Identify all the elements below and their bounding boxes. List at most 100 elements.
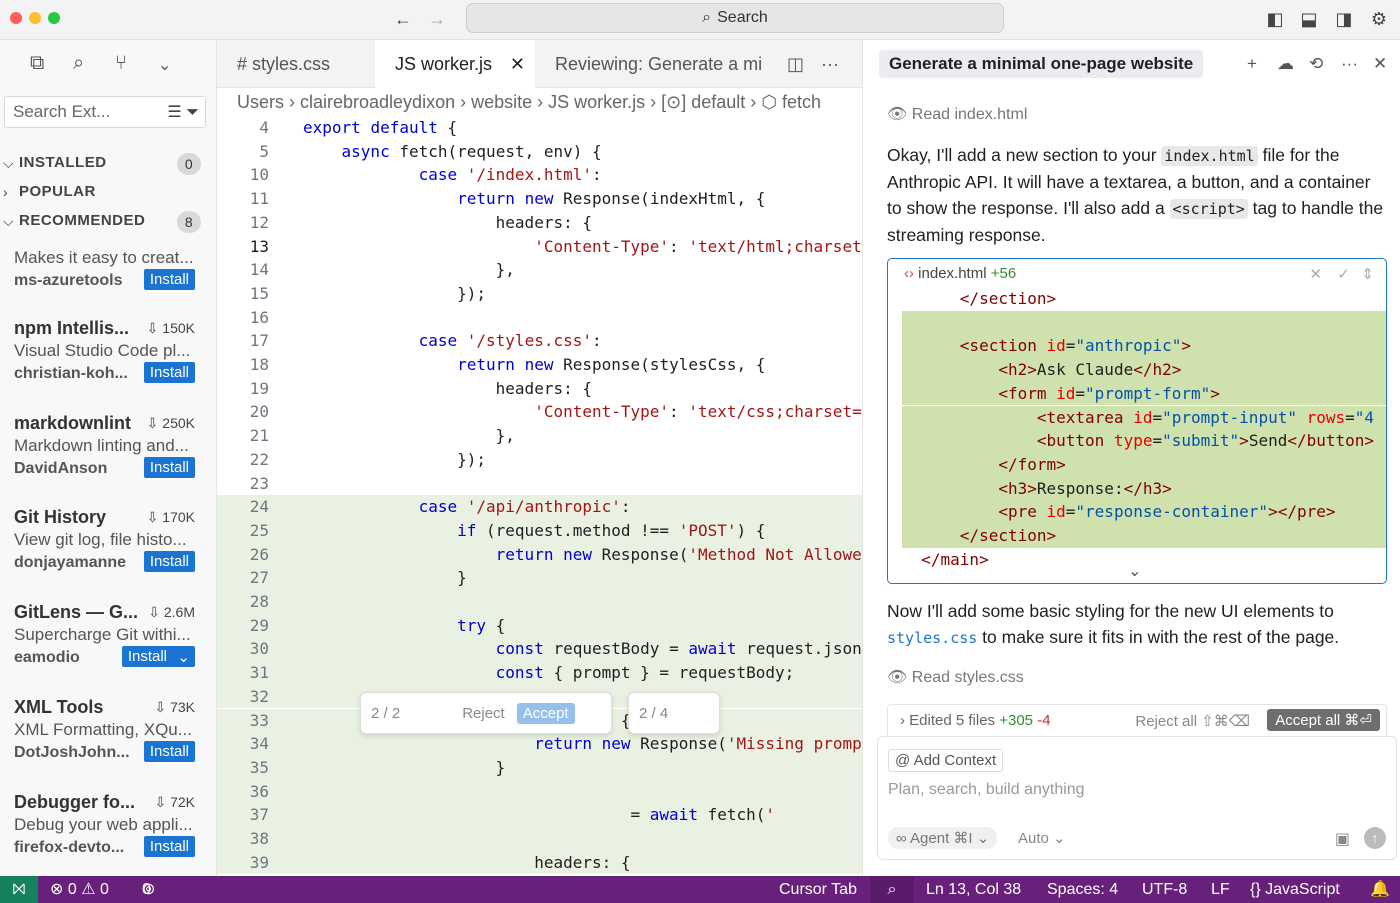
code-line[interactable]: 34 return new Response('Missing prompt [217, 732, 862, 756]
forward-arrow-icon[interactable]: → [426, 8, 448, 30]
notifications-bell-icon[interactable]: 🔔 [1370, 876, 1390, 903]
code-line[interactable]: 15 }); [217, 282, 862, 306]
code-line[interactable]: 12 headers: { [217, 211, 862, 235]
code-line[interactable]: 14 }, [217, 258, 862, 282]
add-context-button[interactable]: @ Add Context [888, 749, 1004, 772]
code-line[interactable]: 30 const requestBody = await request.jso… [217, 637, 862, 662]
settings-gear-icon[interactable]: ⚙ [1368, 8, 1390, 30]
back-arrow-icon[interactable]: ← [392, 8, 414, 30]
close-icon[interactable]: ✕ [1373, 54, 1387, 74]
chevron-down-icon[interactable]: ⌄ [158, 55, 171, 75]
diff-navigation[interactable]: 2 / 2 [371, 705, 400, 722]
code-line[interactable]: 35 } [217, 755, 862, 780]
code-line[interactable]: 36 [217, 779, 862, 804]
reject-button[interactable]: Reject [462, 705, 505, 722]
code-line[interactable]: 13 'Content-Type': 'text/html;charset= [217, 235, 862, 259]
toggle-secondary-sidebar-icon[interactable]: ◨ [1333, 8, 1355, 30]
check-icon[interactable]: ✓ [1337, 265, 1350, 283]
chat-title[interactable]: Generate a minimal one-page website [879, 50, 1204, 78]
agent-mode-selector[interactable]: ∞ Agent ⌘I ⌄ [888, 827, 998, 849]
install-button[interactable]: Install [143, 741, 195, 762]
install-button[interactable]: Install [143, 269, 195, 290]
close-window-button[interactable] [10, 12, 22, 24]
send-icon[interactable]: ↑ [1364, 827, 1386, 849]
accept-button[interactable]: Accept [516, 702, 575, 724]
extension-item[interactable]: XML Tools ⇩ 73K XML Formatting, XQu... D… [14, 697, 209, 762]
extension-item[interactable]: Debugger fo... ⇩ 72K Debug your web appl… [14, 792, 209, 857]
tab-worker-js[interactable]: JS worker.js ✕ [375, 40, 535, 88]
code-line[interactable]: 27 } [217, 566, 862, 590]
code-line[interactable]: 23 [217, 472, 862, 496]
code-line[interactable]: 26 return new Response('Method Not Allow… [217, 542, 862, 567]
install-button[interactable]: Install [143, 457, 195, 478]
code-line[interactable]: 16 [217, 306, 862, 330]
eol-status[interactable]: LF [1211, 876, 1230, 903]
code-line[interactable]: 38 [217, 827, 862, 851]
maximize-window-button[interactable] [48, 12, 60, 24]
more-actions-icon[interactable]: ··· [821, 40, 839, 88]
code-line[interactable]: 22 }); [217, 448, 862, 472]
extension-item[interactable]: Git History ⇩ 170K View git log, file hi… [14, 507, 209, 572]
history-icon[interactable]: ⟲ [1309, 54, 1323, 74]
new-chat-icon[interactable]: + [1247, 54, 1257, 74]
code-line[interactable]: 20 'Content-Type': 'text/css;charset=( [217, 400, 862, 424]
tab-reviewing[interactable]: Reviewing: Generate a mi [535, 40, 779, 88]
code-line[interactable]: 19 headers: { [217, 377, 862, 401]
read-file-step[interactable]: 👁 Read index.html [887, 104, 1027, 124]
indentation-status[interactable]: Spaces: 4 [1047, 876, 1118, 903]
cursor-tab-status[interactable]: Cursor Tab [779, 876, 857, 903]
language-mode[interactable]: {} JavaScript [1250, 876, 1340, 903]
code-line[interactable]: 17 case '/styles.css': [217, 329, 862, 353]
cloud-icon[interactable]: ☁ [1277, 54, 1294, 74]
code-line[interactable]: 29 try { [217, 613, 862, 638]
remote-icon[interactable]: ⨝ [0, 876, 38, 903]
breadcrumb[interactable]: Users › clairebroadleydixon › website › … [217, 88, 862, 116]
source-control-icon[interactable]: ⑂ [115, 52, 127, 75]
minimize-window-button[interactable] [29, 12, 41, 24]
code-line[interactable]: 5 async fetch(request, env) { [217, 140, 862, 164]
code-line[interactable]: 10 case '/index.html': [217, 163, 862, 187]
read-file-step[interactable]: 👁 Read styles.css [887, 667, 1024, 687]
extension-item[interactable]: npm Intellis... ⇩ 150K Visual Studio Cod… [14, 318, 209, 383]
install-button[interactable]: Install [143, 362, 195, 383]
extension-item[interactable]: Makes it easy to creat... ms-azuretools … [14, 246, 209, 290]
command-search[interactable]: ⌕ Search [466, 3, 1004, 33]
toggle-panel-icon[interactable]: ⬓ [1298, 8, 1320, 30]
tab-styles-css[interactable]: # styles.css [217, 40, 375, 88]
code-line[interactable]: 25 if (request.method !== 'POST') { [217, 518, 862, 543]
close-icon[interactable]: ✕ [510, 40, 525, 88]
code-line[interactable]: 4 export default { [217, 116, 862, 140]
toggle-sidebar-icon[interactable]: ◧ [1264, 8, 1286, 30]
extension-search-input[interactable]: Search Ext... ☰ ⏷ [4, 96, 206, 128]
file-diff-navigation[interactable]: 2 / 4 [628, 692, 720, 734]
edited-files-bar[interactable]: › Edited 5 files +305 -4 Reject all ⇧⌘⌫ … [887, 704, 1387, 736]
image-icon[interactable]: ▣ [1335, 829, 1350, 849]
section-recommended[interactable]: ⌵ RECOMMENDED 8 [0, 208, 216, 234]
more-icon[interactable]: ··· [1341, 54, 1358, 74]
encoding-status[interactable]: UTF-8 [1142, 876, 1187, 903]
code-line[interactable]: 39 headers: { [217, 850, 862, 875]
section-installed[interactable]: ⌵ INSTALLED 0 [0, 150, 216, 176]
cursor-position[interactable]: Ln 13, Col 38 [926, 876, 1021, 903]
extension-item[interactable]: markdownlint ⇩ 250K Markdown linting and… [14, 413, 209, 478]
extension-item[interactable]: GitLens — G... ⇩ 2.6M Supercharge Git wi… [14, 602, 209, 667]
explorer-icon[interactable]: ⧉ [30, 52, 44, 75]
code-line[interactable]: 37 = await fetch(' [217, 803, 862, 827]
model-selector[interactable]: Auto ⌄ [1018, 829, 1066, 847]
code-line[interactable]: 11 return new Response(indexHtml, { [217, 187, 862, 211]
chevron-down-icon[interactable]: ⌄ [1128, 561, 1141, 581]
code-editor[interactable]: 4 export default {5 async fetch(request, … [217, 116, 862, 876]
chevron-down-icon[interactable]: ⌄ [177, 648, 190, 666]
code-line[interactable]: 31 const { prompt } = requestBody; [217, 661, 862, 685]
code-line[interactable]: 21 }, [217, 424, 862, 448]
zoom-icon[interactable]: ⌕ [870, 876, 914, 903]
code-line[interactable]: 24 case '/api/anthropic': [217, 495, 862, 519]
code-line[interactable]: 18 return new Response(stylesCss, { [217, 353, 862, 377]
accept-all-button[interactable]: Accept all ⌘⏎ [1267, 709, 1380, 731]
section-popular[interactable]: › POPULAR [0, 179, 216, 205]
reject-all-button[interactable]: Reject all ⇧⌘⌫ [1135, 712, 1250, 730]
problems-status[interactable]: ⊗ 0 ⚠ 0 [50, 876, 109, 903]
search-icon[interactable]: ⌕ [73, 52, 84, 75]
split-editor-icon[interactable]: ◫ [787, 40, 804, 88]
code-line[interactable]: 28 [217, 590, 862, 614]
